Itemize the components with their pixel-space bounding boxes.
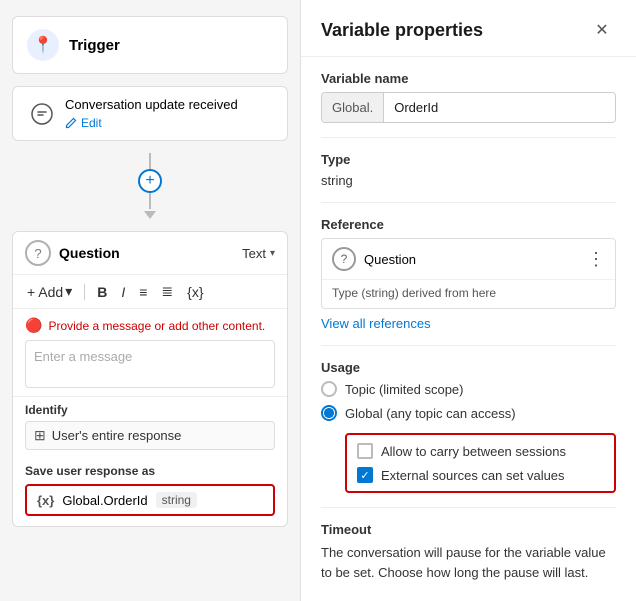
global-radio — [321, 405, 337, 421]
connector-line-top — [149, 153, 151, 169]
connector-arrow — [144, 211, 156, 219]
error-message: 🔴 Provide a message or add other content… — [25, 317, 275, 334]
question-toolbar: + Add ▾ B I ≡ ≣ {x} — [13, 275, 287, 309]
grid-icon: ⊞ — [34, 427, 46, 444]
save-section: Save user response as {x} Global.OrderId… — [13, 458, 287, 526]
reference-more-button[interactable]: ⋮ — [587, 250, 605, 268]
reference-name: Question — [364, 252, 416, 267]
message-input[interactable]: Enter a message — [25, 340, 275, 388]
usage-topic-option[interactable]: Topic (limited scope) — [321, 381, 616, 397]
divider-4 — [321, 507, 616, 508]
trigger-card: 📍 Trigger — [12, 16, 288, 74]
error-icon: 🔴 — [25, 317, 42, 334]
italic-button[interactable]: I — [117, 282, 129, 302]
reference-item-left: ? Question — [332, 247, 416, 271]
timeout-section: Timeout The conversation will pause for … — [321, 522, 616, 582]
identify-text: User's entire response — [52, 428, 182, 443]
right-panel: Variable properties ✕ Variable name Glob… — [300, 0, 636, 601]
panel-body: Variable name Global. Type string Refere… — [301, 57, 636, 596]
close-button[interactable]: ✕ — [588, 16, 616, 44]
type-section: Type string — [321, 152, 616, 188]
chevron-down-icon: ▾ — [270, 248, 275, 259]
question-type-selector[interactable]: Text ▾ — [242, 246, 275, 261]
topic-radio — [321, 381, 337, 397]
variable-prefix: Global. — [322, 93, 384, 122]
variable-name-input[interactable] — [384, 93, 615, 122]
conversation-icon — [31, 103, 53, 125]
reference-item: ? Question ⋮ — [322, 239, 615, 279]
add-chevron-icon: ▾ — [65, 283, 72, 300]
reference-icon: ? — [332, 247, 356, 271]
variable-icon: {x} — [37, 493, 54, 508]
divider-3 — [321, 345, 616, 346]
reference-desc: Type (string) derived from here — [322, 279, 615, 308]
add-button[interactable]: + Add ▾ — [23, 281, 76, 302]
variable-name-label: Variable name — [321, 71, 616, 86]
save-variable-box[interactable]: {x} Global.OrderId string — [25, 484, 275, 516]
panel-title: Variable properties — [321, 20, 483, 41]
identify-value[interactable]: ⊞ User's entire response — [25, 421, 275, 450]
timeout-desc: The conversation will pause for the vari… — [321, 543, 616, 582]
global-options-box: Allow to carry between sessions ✓ Extern… — [345, 433, 616, 493]
add-node-button[interactable]: + — [138, 169, 162, 193]
usage-section: Usage Topic (limited scope) Global (any … — [321, 360, 616, 493]
divider-1 — [321, 137, 616, 138]
conversation-title: Conversation update received — [65, 97, 238, 112]
conversation-card: Conversation update received Edit — [12, 86, 288, 141]
trigger-icon: 📍 — [27, 29, 59, 61]
external-sources-label: External sources can set values — [381, 468, 565, 483]
usage-label: Usage — [321, 360, 616, 375]
variable-name-section: Variable name Global. — [321, 71, 616, 123]
topic-label: Topic (limited scope) — [345, 382, 464, 397]
variable-name: Global.OrderId — [62, 493, 147, 508]
close-icon: ✕ — [595, 20, 608, 40]
reference-label: Reference — [321, 217, 616, 232]
question-body: 🔴 Provide a message or add other content… — [13, 309, 287, 396]
usage-radio-group: Topic (limited scope) Global (any topic … — [321, 381, 616, 493]
question-card: ? Question Text ▾ + Add ▾ B I ≡ — [12, 231, 288, 527]
reference-box: ? Question ⋮ Type (string) derived from … — [321, 238, 616, 309]
type-label: Type — [321, 152, 616, 167]
panel-header: Variable properties ✕ — [301, 0, 636, 57]
usage-global-option[interactable]: Global (any topic can access) — [321, 405, 616, 421]
question-title: Question — [59, 245, 120, 261]
external-sources-option[interactable]: ✓ External sources can set values — [357, 467, 604, 483]
edit-link[interactable]: Edit — [65, 116, 238, 130]
toolbar-separator-1 — [84, 284, 85, 300]
carry-sessions-label: Allow to carry between sessions — [381, 444, 566, 459]
connector-line-bottom — [149, 193, 151, 209]
identify-label: Identify — [25, 403, 275, 417]
variable-type: string — [156, 492, 197, 508]
left-panel: 📍 Trigger Conversation update received E… — [0, 0, 300, 601]
variable-button[interactable]: {x} — [183, 282, 207, 302]
bold-button[interactable]: B — [93, 282, 111, 302]
divider-2 — [321, 202, 616, 203]
type-value: string — [321, 173, 616, 188]
message-placeholder: Enter a message — [34, 349, 132, 364]
identify-section: Identify ⊞ User's entire response — [13, 396, 287, 458]
view-all-references-link[interactable]: View all references — [321, 316, 431, 331]
carry-sessions-checkbox — [357, 443, 373, 459]
reference-section: Reference ? Question ⋮ Type (string) der… — [321, 217, 616, 331]
edit-label: Edit — [81, 116, 102, 130]
carry-sessions-option[interactable]: Allow to carry between sessions — [357, 443, 604, 459]
trigger-label: Trigger — [69, 37, 120, 54]
save-label: Save user response as — [25, 464, 275, 478]
indent-button[interactable]: ≣ — [157, 281, 177, 302]
global-label: Global (any topic can access) — [345, 406, 516, 421]
question-type-label: Text — [242, 246, 266, 261]
question-header-left: ? Question — [25, 240, 120, 266]
question-header: ? Question Text ▾ — [13, 232, 287, 275]
connector: + — [12, 153, 288, 219]
timeout-label: Timeout — [321, 522, 616, 537]
external-sources-checkbox: ✓ — [357, 467, 373, 483]
edit-icon — [65, 117, 77, 129]
variable-name-box: Global. — [321, 92, 616, 123]
bullet-list-button[interactable]: ≡ — [135, 282, 151, 302]
question-icon: ? — [25, 240, 51, 266]
